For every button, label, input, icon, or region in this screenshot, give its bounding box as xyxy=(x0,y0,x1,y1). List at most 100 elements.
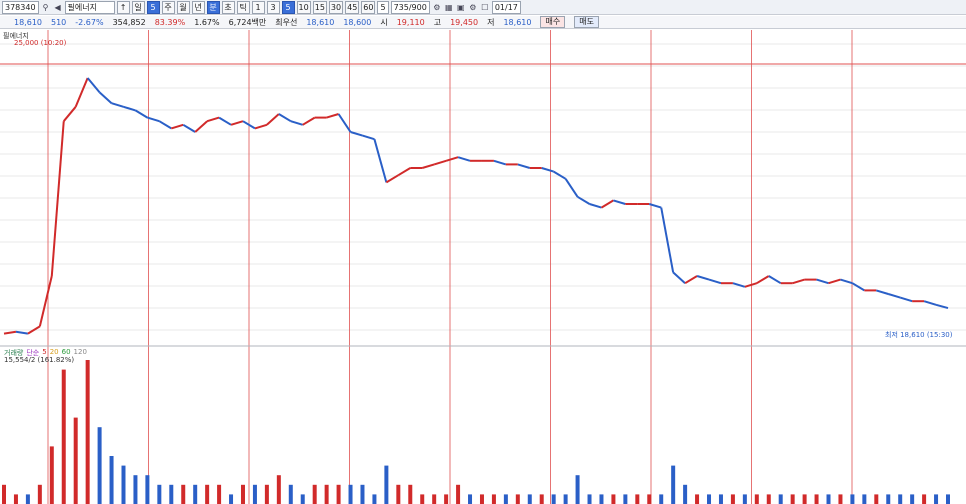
page-count-field[interactable]: 735/900 xyxy=(390,0,430,14)
volume-bar xyxy=(874,494,879,504)
volume-bar xyxy=(37,484,42,504)
gear-icon[interactable]: ⚙ xyxy=(468,2,478,12)
volume-bar xyxy=(635,494,640,504)
price-segment xyxy=(660,207,675,273)
volume-value-label: 15,554/2 (161.82%) xyxy=(4,356,75,364)
low-marker-label: 최저 18,610 (15:30) xyxy=(885,331,953,339)
volume-bar xyxy=(169,484,174,504)
volume-bar xyxy=(515,494,520,504)
price-segment xyxy=(50,121,65,277)
price-segment xyxy=(887,293,901,299)
volume-bar xyxy=(145,475,150,504)
up-arrow-button[interactable]: ↑ xyxy=(116,0,130,14)
best-ask: 18,610 xyxy=(306,17,335,27)
price-segment xyxy=(337,113,352,133)
volume-bar xyxy=(396,484,401,504)
best-bid: 18,600 xyxy=(343,17,372,27)
volume-bar xyxy=(742,494,747,504)
minute-45-button[interactable]: 45 xyxy=(345,0,360,14)
price-segment xyxy=(182,123,196,133)
price-segment xyxy=(362,134,375,141)
price-segment xyxy=(828,278,841,285)
price-segment xyxy=(684,275,698,285)
period-year-button[interactable]: 년 xyxy=(191,0,205,14)
volume-bar xyxy=(360,484,365,504)
period-week-button[interactable]: 주 xyxy=(161,0,175,14)
volume-bar xyxy=(946,494,950,504)
price-segment xyxy=(421,163,435,169)
checkbox-icon[interactable]: ☐ xyxy=(480,2,490,12)
volume-bar xyxy=(372,494,377,504)
grid-lines xyxy=(0,43,966,331)
volume-bar xyxy=(862,494,867,504)
volume-bar xyxy=(826,494,831,504)
date-field[interactable]: 01/17 xyxy=(491,0,521,14)
volume-bar xyxy=(527,494,532,504)
price-segment xyxy=(230,120,244,126)
count-select[interactable]: 5 xyxy=(377,0,389,14)
price-segment xyxy=(74,77,89,108)
prev-arrow-icon[interactable]: ◀ xyxy=(53,2,63,12)
period-tick-button[interactable]: 틱 xyxy=(236,0,250,14)
volume-bar xyxy=(13,494,18,504)
volume-bar xyxy=(300,494,305,504)
price-segment xyxy=(3,330,17,335)
price-segment xyxy=(696,275,710,281)
minute-60-button[interactable]: 60 xyxy=(361,0,376,14)
volume-bar xyxy=(2,484,6,504)
volume-bar xyxy=(432,494,437,504)
volume-bar xyxy=(288,484,293,504)
price-chart[interactable] xyxy=(0,30,966,504)
minute-15-button[interactable]: 15 xyxy=(312,0,327,14)
period-day-button[interactable]: 일 xyxy=(131,0,145,14)
price-segment xyxy=(134,109,148,119)
price-segment xyxy=(62,106,77,122)
price-segment xyxy=(672,271,686,284)
current-price: 18,610 xyxy=(14,17,42,27)
volume-bar xyxy=(97,427,102,504)
search-icon[interactable]: ⚲ xyxy=(41,2,51,12)
price-segment xyxy=(445,156,459,162)
stock-name-field[interactable]: 필에너지 xyxy=(64,0,115,14)
trade-amount: 6,724백만 xyxy=(228,17,267,27)
volume-bar xyxy=(205,484,210,504)
price-segment xyxy=(350,131,363,137)
volume-bar xyxy=(575,475,580,504)
price-segment xyxy=(708,278,722,285)
price-segment xyxy=(278,113,292,123)
minute-30-button[interactable]: 30 xyxy=(328,0,344,14)
stock-code-input[interactable]: 378340 xyxy=(2,0,39,14)
price-segment xyxy=(147,116,160,123)
price-segment xyxy=(756,275,770,285)
price-segment xyxy=(218,116,232,126)
period-5-button[interactable]: 5 xyxy=(146,0,160,14)
price-segment xyxy=(266,113,280,126)
volume-bar xyxy=(647,494,652,504)
volume-bar xyxy=(240,484,245,504)
volume-bar xyxy=(479,494,484,504)
price-segment xyxy=(792,278,805,285)
buy-button[interactable]: 매수 xyxy=(540,16,566,28)
period-month-button[interactable]: 월 xyxy=(176,0,190,14)
price-segment xyxy=(840,278,853,285)
volume-bar xyxy=(778,494,783,504)
period-second-button[interactable]: 초 xyxy=(221,0,235,14)
price-segment xyxy=(851,282,865,292)
sell-button[interactable]: 매도 xyxy=(574,16,599,28)
volume-bar xyxy=(659,494,664,504)
minute-5-button[interactable]: 5 xyxy=(281,0,295,14)
period-minute-button[interactable]: 분 xyxy=(206,0,220,14)
volume-bars xyxy=(2,360,950,504)
volume-bar xyxy=(193,484,198,504)
volume-bar xyxy=(85,360,90,504)
minute-3-button[interactable]: 3 xyxy=(266,0,280,14)
volume-bar xyxy=(922,494,927,504)
save-icon[interactable]: ▣ xyxy=(456,2,466,12)
minute-1-button[interactable]: 1 xyxy=(251,0,265,14)
volume-bar xyxy=(133,475,138,504)
volume-bar xyxy=(814,494,819,504)
chart-settings-icon[interactable]: ⚙ xyxy=(432,2,442,12)
ratio-2: 1.67% xyxy=(194,17,220,27)
grid-icon[interactable]: ▦ xyxy=(444,2,454,12)
minute-10-button[interactable]: 10 xyxy=(296,0,311,14)
